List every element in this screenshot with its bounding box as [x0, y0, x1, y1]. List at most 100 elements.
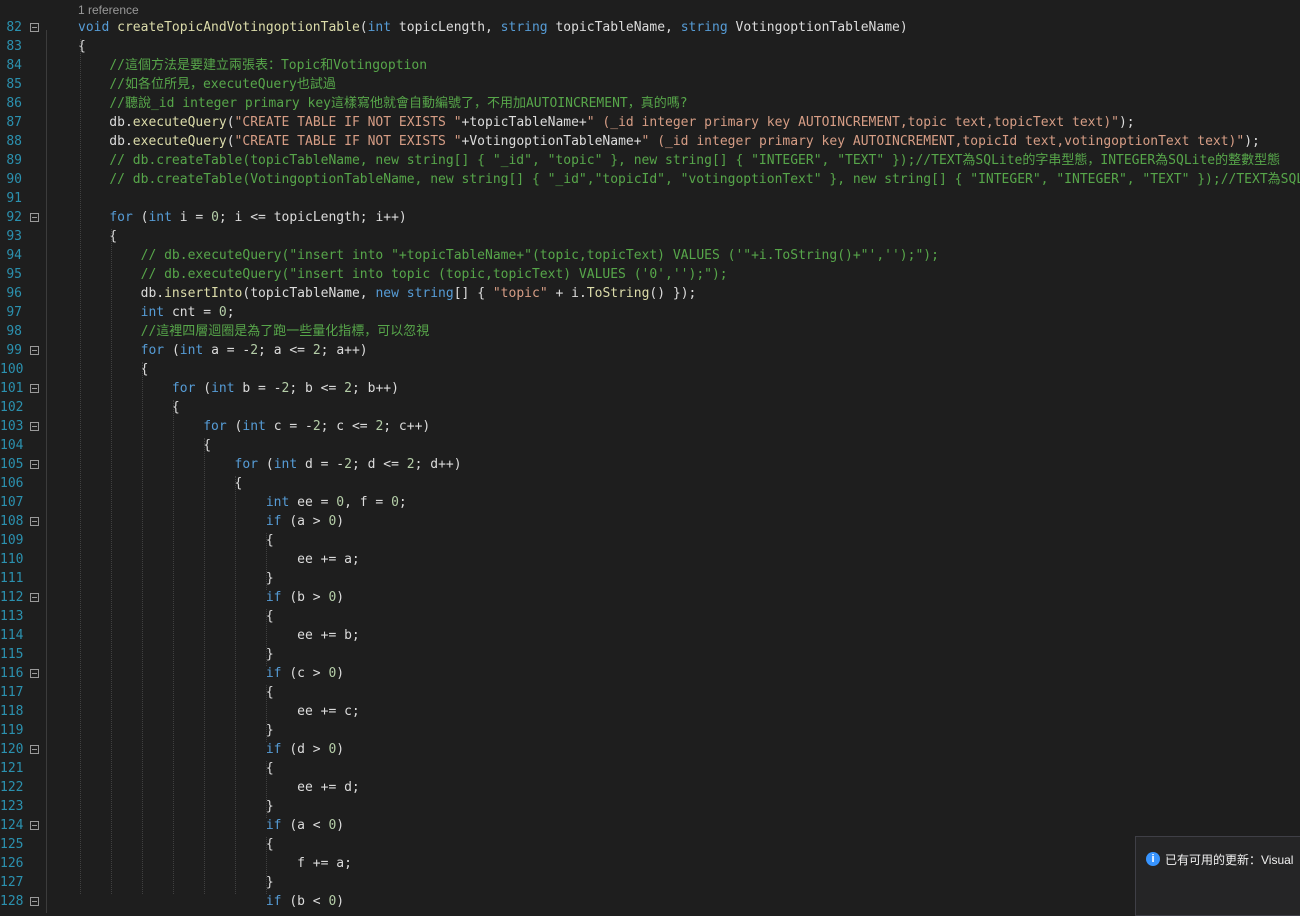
code-token: new string — [375, 286, 454, 301]
code-line[interactable]: 99 for (int a = -2; a <= 2; a++) — [0, 341, 1300, 360]
code-line[interactable]: 89 // db.createTable(topicTableName, new… — [0, 151, 1300, 170]
code-token: { — [78, 837, 274, 852]
code-token: ; b++) — [351, 381, 399, 396]
code-token: ( — [265, 457, 274, 472]
code-line[interactable]: 119 } — [0, 721, 1300, 740]
code-line[interactable]: 87 db.executeQuery("CREATE TABLE IF NOT … — [0, 113, 1300, 132]
code-token: ); — [1244, 134, 1260, 149]
code-editor[interactable]: 1 reference 82 void createTopicAndVotingo… — [0, 0, 1300, 916]
code-line[interactable]: 98 //這裡四層迴圈是為了跑一些量化指標，可以忽視 — [0, 322, 1300, 341]
code-line[interactable]: 92 for (int i = 0; i <= topicLength; i++… — [0, 208, 1300, 227]
code-token: d = - — [305, 457, 345, 472]
code-line[interactable]: 83{ — [0, 37, 1300, 56]
code-line[interactable]: 127 } — [0, 873, 1300, 892]
code-line[interactable]: 123 } — [0, 797, 1300, 816]
collapse-minus-icon[interactable] — [30, 669, 39, 678]
code-line[interactable]: 108 if (a > 0) — [0, 512, 1300, 531]
code-token: ; — [398, 495, 407, 510]
code-token: +VotingoptionTableName+ — [461, 134, 642, 149]
code-line[interactable]: 120 if (d > 0) — [0, 740, 1300, 759]
collapse-minus-icon[interactable] — [30, 745, 39, 754]
code-token: 2 — [344, 381, 352, 396]
code-line[interactable]: 114 ee += b; — [0, 626, 1300, 645]
code-line[interactable]: 93 { — [0, 227, 1300, 246]
code-line[interactable]: 86 //聽說_id integer primary key這樣寫他就會自動編號… — [0, 94, 1300, 113]
code-line[interactable]: 122 ee += d; — [0, 778, 1300, 797]
code-line[interactable]: 113 { — [0, 607, 1300, 626]
code-text: int cnt = 0; — [78, 303, 235, 322]
code-line[interactable]: 110 ee += a; — [0, 550, 1300, 569]
code-line[interactable]: 97 int cnt = 0; — [0, 303, 1300, 322]
code-token: if — [265, 818, 290, 833]
code-token: 0 — [391, 495, 399, 510]
code-token: "CREATE TABLE IF NOT EXISTS " — [234, 134, 462, 149]
code-token: insertInto — [164, 286, 243, 301]
code-line[interactable]: 90 // db.createTable(VotingoptionTableNa… — [0, 170, 1300, 189]
line-number: 114 — [0, 628, 24, 643]
line-number: 98 — [6, 324, 22, 339]
collapse-minus-icon[interactable] — [30, 460, 39, 469]
line-number: 99 — [6, 343, 22, 358]
collapse-minus-icon[interactable] — [30, 23, 39, 32]
code-line[interactable]: 94 // db.executeQuery("insert into "+top… — [0, 246, 1300, 265]
collapse-minus-icon[interactable] — [30, 517, 39, 526]
line-number: 82 — [6, 20, 22, 35]
code-line[interactable]: 100 { — [0, 360, 1300, 379]
code-line[interactable]: 106 { — [0, 474, 1300, 493]
code-line[interactable]: 103 for (int c = -2; c <= 2; c++) — [0, 417, 1300, 436]
line-number: 115 — [0, 647, 24, 662]
code-line[interactable]: 126 f += a; — [0, 854, 1300, 873]
line-number: 88 — [6, 134, 22, 149]
code-text: { — [78, 759, 274, 778]
code-line[interactable]: 88 db.executeQuery("CREATE TABLE IF NOT … — [0, 132, 1300, 151]
update-notification[interactable]: i 已有可用的更新：Visual — [1135, 836, 1300, 916]
code-token: " (_id integer primary key AUTOINCREMENT… — [586, 115, 1119, 130]
code-line[interactable]: 102 { — [0, 398, 1300, 417]
code-line[interactable]: 84 //這個方法是要建立兩張表：Topic和Votingoption — [0, 56, 1300, 75]
code-line[interactable]: 85 //如各位所見，executeQuery也試過 — [0, 75, 1300, 94]
code-text: for (int a = -2; a <= 2; a++) — [78, 341, 368, 360]
code-line[interactable]: 107 int ee = 0, f = 0; — [0, 493, 1300, 512]
code-line[interactable]: 111 } — [0, 569, 1300, 588]
code-line[interactable]: 125 { — [0, 835, 1300, 854]
collapse-minus-icon[interactable] — [30, 422, 39, 431]
codelens-references[interactable]: 1 reference — [78, 2, 139, 18]
code-line[interactable]: 82 void createTopicAndVotingoptionTable(i… — [0, 18, 1300, 37]
collapse-minus-icon[interactable] — [30, 213, 39, 222]
code-line[interactable]: 116 if (c > 0) — [0, 664, 1300, 683]
code-line[interactable]: 112 if (b > 0) — [0, 588, 1300, 607]
code-line[interactable]: 115 } — [0, 645, 1300, 664]
code-line[interactable]: 91 — [0, 189, 1300, 208]
collapse-minus-icon[interactable] — [30, 384, 39, 393]
code-token: [] { — [453, 286, 493, 301]
code-text: } — [78, 569, 274, 588]
code-text: { — [78, 360, 149, 379]
code-text: } — [78, 797, 274, 816]
collapse-minus-icon[interactable] — [30, 593, 39, 602]
collapse-minus-icon[interactable] — [30, 897, 39, 906]
code-line[interactable]: 109 { — [0, 531, 1300, 550]
code-line[interactable]: 96 db.insertInto(topicTableName, new str… — [0, 284, 1300, 303]
code-text: { — [78, 531, 274, 550]
code-text: //這個方法是要建立兩張表：Topic和Votingoption — [78, 56, 427, 75]
line-number: 119 — [0, 723, 24, 738]
collapse-minus-icon[interactable] — [30, 346, 39, 355]
code-line[interactable]: 117 { — [0, 683, 1300, 702]
code-token: executeQuery — [132, 115, 227, 130]
collapse-minus-icon[interactable] — [30, 821, 39, 830]
code-line[interactable]: 105 for (int d = -2; d <= 2; d++) — [0, 455, 1300, 474]
code-token: void — [78, 20, 118, 35]
code-line[interactable]: 104 { — [0, 436, 1300, 455]
code-line[interactable]: 101 for (int b = -2; b <= 2; b++) — [0, 379, 1300, 398]
code-line[interactable]: 121 { — [0, 759, 1300, 778]
indent-guide — [111, 229, 113, 894]
code-line[interactable]: 124 if (a < 0) — [0, 816, 1300, 835]
code-token: int — [265, 495, 298, 510]
code-line[interactable]: 95 // db.executeQuery("insert into topic… — [0, 265, 1300, 284]
code-line[interactable]: 118 ee += c; — [0, 702, 1300, 721]
code-line[interactable]: 128 if (b < 0) — [0, 892, 1300, 911]
